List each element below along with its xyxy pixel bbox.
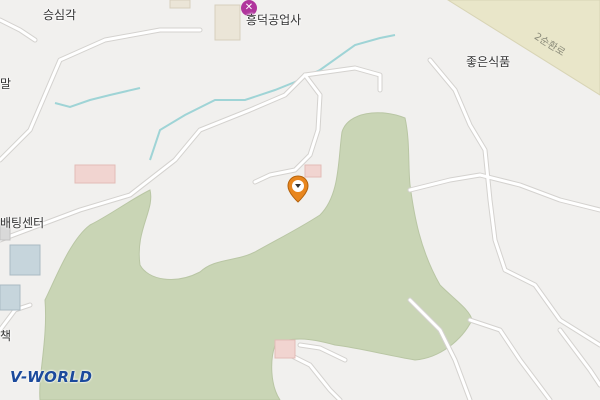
building (214, 4, 241, 41)
vworld-logo: V-WORLD (10, 368, 93, 386)
place-label-heungdeok: 흥덕공업사 (246, 13, 302, 27)
building (274, 339, 296, 359)
place-label-batting: 배팅센터 (0, 216, 45, 230)
building (9, 244, 41, 276)
place-label-seungsimgak: 승심각 (43, 8, 77, 22)
building (169, 0, 191, 9)
park-area (39, 112, 473, 400)
major-road (447, 0, 600, 96)
place-label-joeun: 좋은식품 (466, 55, 511, 69)
building (0, 284, 21, 311)
place-label-edge-2: 책 (0, 329, 12, 343)
location-pin-icon[interactable] (287, 175, 309, 207)
map-canvas[interactable]: 승심각 ✕ 흥덕공업사 좋은식품 배팅센터 말 책 2순환로 V-WORLD (0, 0, 600, 400)
building (74, 164, 116, 184)
place-label-edge-1: 말 (0, 77, 12, 91)
stream (54, 87, 141, 109)
